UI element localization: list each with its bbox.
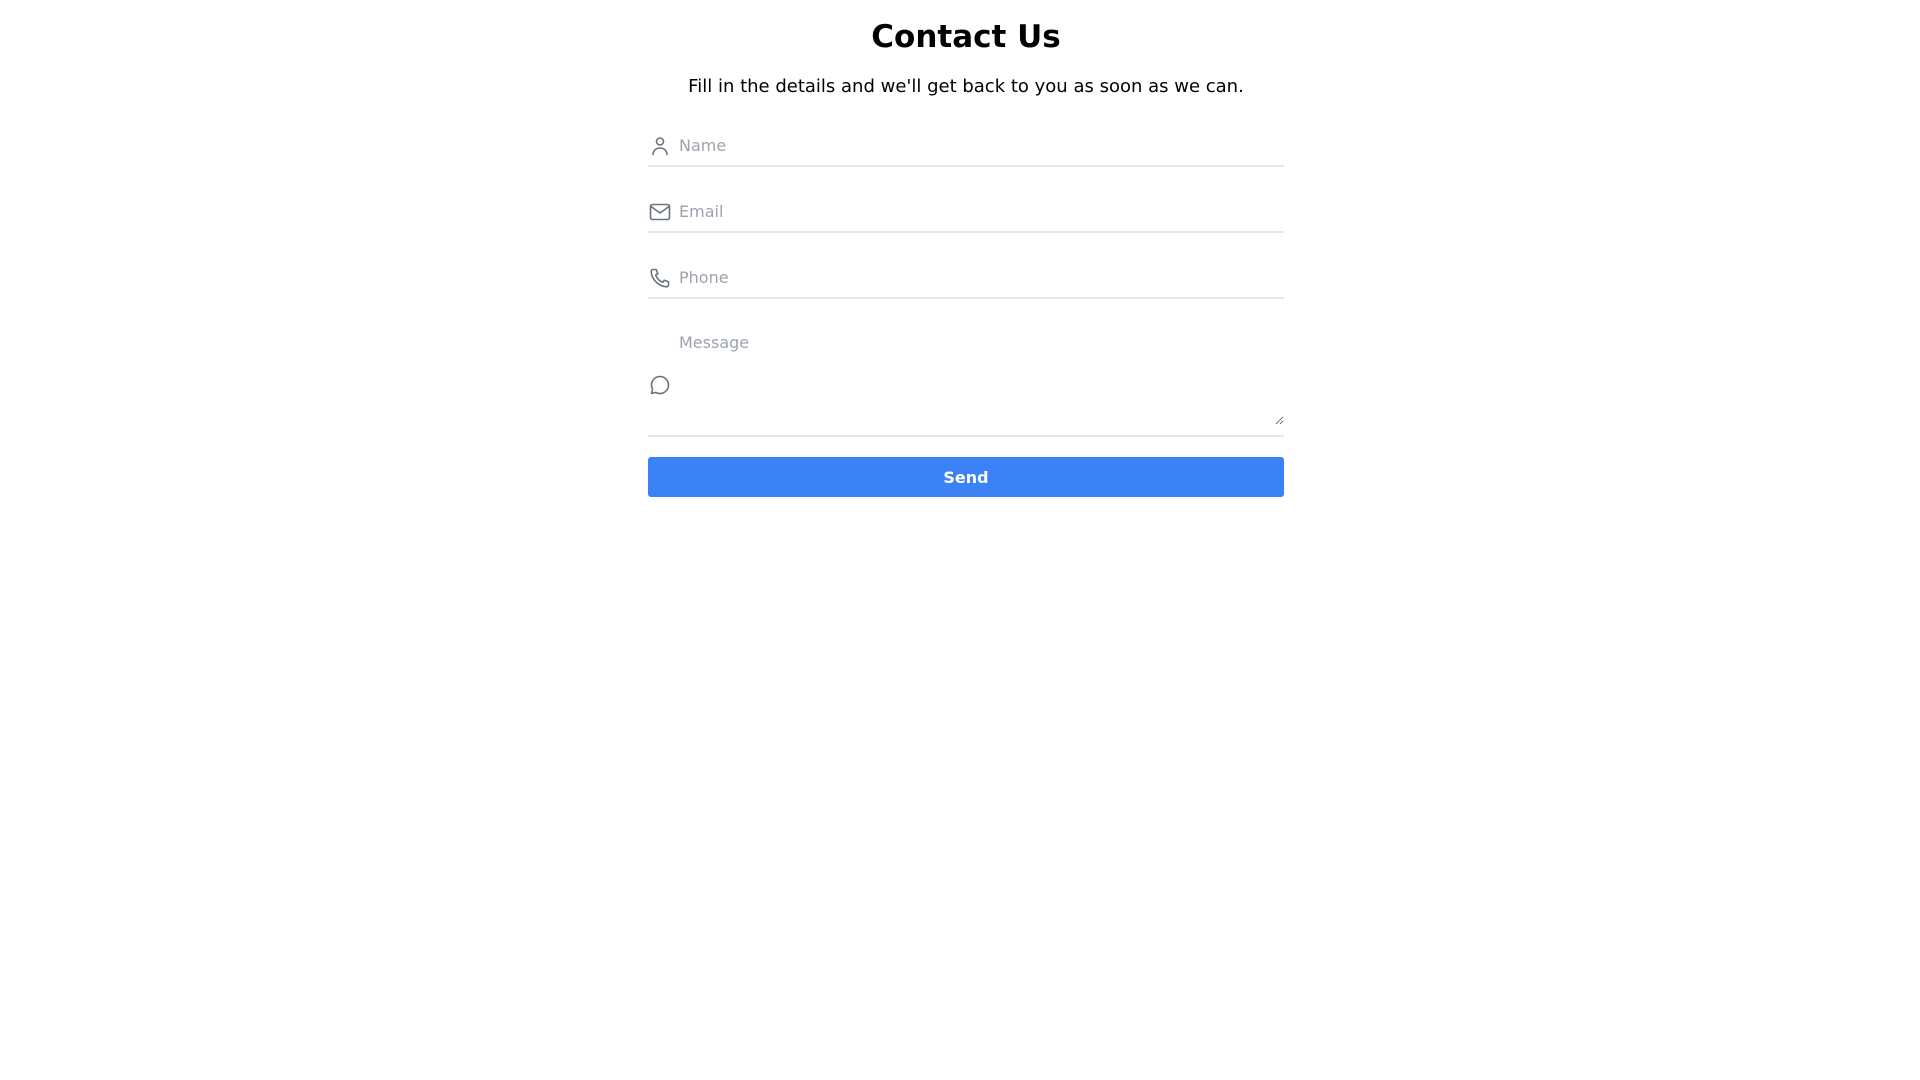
mail-icon	[648, 200, 672, 224]
email-field-row	[648, 191, 1284, 233]
chat-bubble-icon	[648, 373, 672, 397]
name-field-row	[648, 125, 1284, 167]
phone-icon	[648, 266, 672, 290]
page: Contact Us Fill in the details and we'll…	[0, 0, 1920, 1080]
name-input[interactable]	[679, 125, 1279, 165]
page-title: Contact Us	[871, 19, 1061, 55]
phone-field-row	[648, 257, 1284, 299]
message-field-row	[648, 323, 1284, 437]
page-subtitle: Fill in the details and we'll get back t…	[688, 76, 1244, 97]
phone-input[interactable]	[679, 257, 1279, 297]
contact-form: Send	[648, 125, 1284, 497]
message-textarea[interactable]	[679, 331, 1284, 425]
contact-form-container: Contact Us Fill in the details and we'll…	[648, 0, 1284, 497]
email-input[interactable]	[679, 191, 1279, 231]
send-button[interactable]: Send	[648, 457, 1284, 497]
user-icon	[648, 134, 672, 158]
